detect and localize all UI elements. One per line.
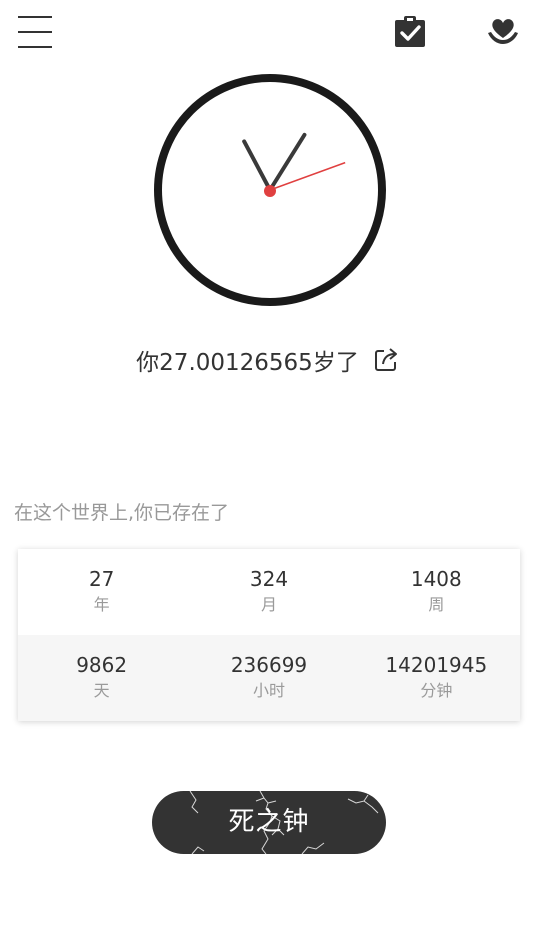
share-icon[interactable] [373,347,399,379]
menu-icon[interactable] [18,14,52,50]
stat-value: 14201945 [385,653,488,677]
stat-years: 27 年 [18,549,185,635]
stat-unit: 年 [93,595,110,614]
stat-hours: 236699 小时 [185,635,352,721]
stat-value: 9862 [76,653,128,677]
clock-center-dot [264,185,276,197]
stat-value: 324 [249,567,289,591]
top-bar [0,0,535,64]
analog-clock [153,73,387,307]
stat-weeks: 1408 周 [353,549,520,635]
stat-value: 1408 [410,567,462,591]
clipboard-check-icon[interactable] [392,13,428,49]
stat-unit: 小时 [252,681,285,700]
age-display: 你27.00126565岁了 [0,343,535,379]
stat-value: 27 [88,567,115,591]
stat-days: 9862 天 [18,635,185,721]
stat-value: 236699 [230,653,308,677]
death-clock-label: 死之钟 [228,807,310,837]
stat-months: 324 月 [185,549,352,635]
stat-unit: 周 [428,595,445,614]
stats-row: 27 年 324 月 1408 周 [18,549,520,635]
stat-minutes: 14201945 分钟 [353,635,520,721]
stat-unit: 分钟 [420,681,453,700]
stats-card: 27 年 324 月 1408 周 9862 天 236699 小时 14201… [18,549,520,721]
stats-row: 9862 天 236699 小时 14201945 分钟 [18,635,520,721]
heart-hands-icon[interactable] [485,13,521,49]
existence-label: 在这个世界上,你已存在了 [14,502,230,524]
stat-unit: 月 [260,595,277,614]
death-clock-button[interactable]: 死之钟 [152,791,386,854]
stat-unit: 天 [93,681,110,700]
age-text: 你27.00126565岁了 [136,350,359,376]
